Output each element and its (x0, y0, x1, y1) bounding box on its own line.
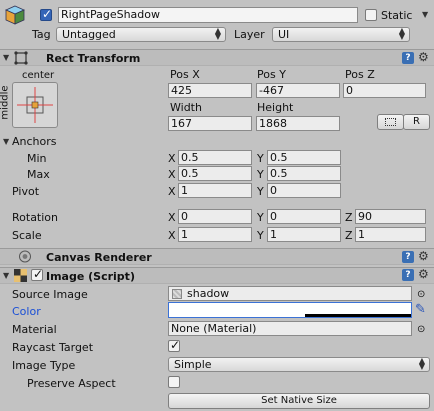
pos-z-label: Pos Z (345, 68, 375, 81)
static-label: Static (381, 9, 413, 22)
scale-y-field[interactable]: 1 (267, 227, 341, 242)
anchor-preset-button[interactable] (12, 82, 58, 128)
min-x-axis-label: X (168, 152, 176, 165)
pos-z-field[interactable]: 0 (343, 83, 426, 98)
pivot-y-field[interactable]: 0 (267, 183, 341, 198)
source-image-value: shadow (187, 287, 230, 300)
dropdown-arrows-icon: ▲ ▼ (418, 356, 425, 371)
source-image-label: Source Image (12, 288, 88, 301)
raw-edit-button[interactable]: R (403, 114, 430, 130)
color-label: Color (12, 305, 41, 318)
rotation-label: Rotation (12, 211, 59, 224)
blueprint-mode-button[interactable] (377, 114, 404, 130)
layer-dropdown[interactable]: UI ▲ ▼ (272, 27, 410, 42)
scale-y-axis-label: Y (257, 229, 264, 242)
scale-x-axis-label: X (168, 229, 176, 242)
rect-transform-title: Rect Transform (46, 52, 141, 65)
dropdown-arrows-icon: ▲ ▼ (398, 26, 405, 41)
pivot-label: Pivot (12, 185, 40, 198)
anchor-preset-top-label: center (22, 70, 55, 81)
preserve-aspect-checkbox[interactable] (168, 376, 180, 388)
gear-icon[interactable]: ⚙ (418, 51, 429, 63)
raycast-target-checkbox[interactable]: ✓ (168, 338, 180, 352)
image-type-label: Image Type (12, 359, 76, 372)
layer-value: UI (278, 28, 290, 41)
max-y-axis-label: Y (257, 168, 264, 181)
pos-y-label: Pos Y (257, 68, 286, 81)
height-label: Height (257, 101, 294, 114)
eyedropper-icon[interactable]: ✎ (415, 303, 426, 316)
help-icon[interactable]: ? (402, 52, 414, 64)
gameobject-icon (4, 4, 26, 26)
scale-x-field[interactable]: 1 (178, 227, 252, 242)
material-label: Material (12, 323, 57, 336)
static-checkbox[interactable] (365, 9, 377, 21)
help-icon[interactable]: ? (402, 251, 414, 263)
image-enabled-checkbox[interactable]: ✓ (31, 267, 43, 281)
pos-y-field[interactable]: -467 (256, 83, 340, 98)
dropdown-arrows-icon: ▲ ▼ (214, 26, 221, 41)
source-image-field[interactable]: shadow (168, 286, 412, 301)
pivot-x-field[interactable]: 1 (178, 183, 252, 198)
rotation-y-axis-label: Y (257, 211, 264, 224)
object-name-field[interactable]: RightPageShadow (58, 7, 358, 23)
color-field[interactable] (168, 302, 412, 318)
min-label: Min (27, 152, 47, 165)
min-y-field[interactable]: 0.5 (267, 150, 341, 165)
object-picker-icon[interactable]: ⊙ (417, 323, 425, 336)
max-x-axis-label: X (168, 168, 176, 181)
rotation-z-field[interactable]: 90 (355, 209, 426, 224)
pos-x-field[interactable]: 425 (168, 83, 252, 98)
active-checkbox[interactable]: ✓ (40, 7, 52, 21)
min-x-field[interactable]: 0.5 (178, 150, 252, 165)
max-x-field[interactable]: 0.5 (178, 166, 252, 181)
static-dropdown-icon[interactable]: ▼ (422, 10, 428, 20)
gear-icon[interactable]: ⚙ (418, 268, 429, 280)
pivot-x-axis-label: X (168, 185, 176, 198)
width-label: Width (170, 101, 202, 114)
blueprint-icon (385, 118, 396, 126)
alpha-bar (305, 314, 411, 317)
image-type-value: Simple (174, 358, 212, 371)
gear-icon[interactable]: ⚙ (418, 250, 429, 262)
scale-z-axis-label: Z (345, 229, 353, 242)
pos-x-label: Pos X (170, 68, 200, 81)
preserve-aspect-label: Preserve Aspect (27, 377, 116, 390)
foldout-arrow-icon[interactable]: ▼ (3, 53, 9, 63)
anchor-preset-side-label: middle (0, 85, 11, 120)
tag-label: Tag (32, 28, 51, 41)
rotation-y-field[interactable]: 0 (267, 209, 341, 224)
tag-dropdown[interactable]: Untagged ▲ ▼ (56, 27, 226, 42)
raycast-target-label: Raycast Target (12, 341, 94, 354)
image-script-title: Image (Script) (46, 270, 135, 283)
canvas-renderer-title: Canvas Renderer (46, 251, 152, 264)
set-native-size-button[interactable]: Set Native Size (168, 393, 430, 409)
image-type-dropdown[interactable]: Simple ▲ ▼ (168, 357, 430, 372)
max-label: Max (27, 168, 50, 181)
scale-label: Scale (12, 229, 42, 242)
scale-z-field[interactable]: 1 (355, 227, 426, 242)
foldout-arrow-icon[interactable]: ▼ (3, 271, 9, 281)
material-field[interactable]: None (Material) (168, 321, 412, 336)
tag-value: Untagged (62, 28, 116, 41)
anchors-label: Anchors (12, 135, 57, 148)
canvas-renderer-icon (18, 250, 32, 263)
min-y-axis-label: Y (257, 152, 264, 165)
rotation-x-field[interactable]: 0 (178, 209, 252, 224)
rect-transform-icon (14, 51, 28, 65)
pivot-y-axis-label: Y (257, 185, 264, 198)
help-icon[interactable]: ? (402, 269, 414, 281)
anchors-foldout-icon[interactable]: ▼ (3, 137, 9, 147)
height-field[interactable]: 1868 (256, 116, 340, 131)
max-y-field[interactable]: 0.5 (267, 166, 341, 181)
rotation-x-axis-label: X (168, 211, 176, 224)
object-picker-icon[interactable]: ⊙ (417, 288, 425, 301)
rotation-z-axis-label: Z (345, 211, 353, 224)
width-field[interactable]: 167 (168, 116, 252, 131)
image-component-icon (14, 269, 27, 282)
sprite-icon (172, 289, 182, 299)
layer-label: Layer (234, 28, 265, 41)
